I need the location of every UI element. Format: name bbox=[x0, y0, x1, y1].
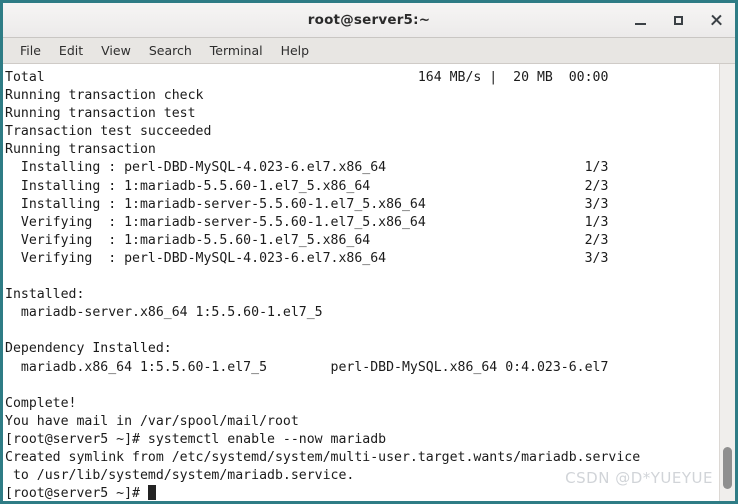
terminal-line: Running transaction bbox=[5, 142, 156, 158]
vertical-scrollbar[interactable] bbox=[719, 64, 735, 501]
terminal-line: Transaction test succeeded bbox=[5, 124, 212, 140]
menu-bar: File Edit View Search Terminal Help bbox=[3, 38, 735, 64]
menu-item-terminal[interactable]: Terminal bbox=[201, 40, 272, 61]
maximize-icon bbox=[673, 15, 683, 25]
close-button[interactable] bbox=[705, 9, 727, 31]
terminal-output[interactable]: Total 164 MB/s | 20 MB 00:00 Running tra… bbox=[3, 64, 719, 501]
terminal-line: to /usr/lib/systemd/system/mariadb.servi… bbox=[5, 468, 355, 484]
terminal-line: Verifying : 1:mariadb-server-5.5.60-1.el… bbox=[5, 214, 609, 230]
minimize-button[interactable] bbox=[629, 9, 651, 31]
terminal-line: mariadb-server.x86_64 1:5.5.60-1.el7_5 bbox=[5, 305, 323, 321]
minimize-icon bbox=[634, 22, 646, 25]
maximize-button[interactable] bbox=[667, 9, 689, 31]
scrollbar-thumb[interactable] bbox=[723, 447, 732, 489]
terminal-line: You have mail in /var/spool/mail/root bbox=[5, 413, 299, 429]
text-cursor bbox=[147, 485, 156, 501]
terminal-line: Installing : 1:mariadb-server-5.5.60-1.e… bbox=[5, 196, 609, 212]
terminal-line: Verifying : 1:mariadb-5.5.60-1.el7_5.x86… bbox=[5, 232, 609, 248]
terminal-line: Dependency Installed: bbox=[5, 341, 172, 357]
terminal-line: Verifying : perl-DBD-MySQL-4.023-6.el7.x… bbox=[5, 250, 609, 266]
terminal-line: Installed: bbox=[5, 287, 85, 303]
terminal-line: Running transaction check bbox=[5, 88, 204, 104]
terminal-body[interactable]: Total 164 MB/s | 20 MB 00:00 Running tra… bbox=[3, 64, 735, 501]
menu-item-view[interactable]: View bbox=[92, 40, 140, 61]
window-controls bbox=[629, 3, 727, 37]
terminal-line: mariadb.x86_64 1:5.5.60-1.el7_5 perl-DBD… bbox=[5, 359, 609, 375]
close-icon bbox=[710, 14, 723, 27]
terminal-line: Created symlink from /etc/systemd/system… bbox=[5, 449, 641, 465]
terminal-prompt-line[interactable]: [root@server5 ~]# bbox=[5, 485, 719, 501]
terminal-line: Running transaction test bbox=[5, 106, 196, 122]
terminal-line: Total 164 MB/s | 20 MB 00:00 bbox=[5, 70, 609, 85]
menu-item-search[interactable]: Search bbox=[140, 40, 201, 61]
terminal-line: Installing : perl-DBD-MySQL-4.023-6.el7.… bbox=[5, 160, 609, 176]
prompt-text: [root@server5 ~]# bbox=[5, 486, 148, 501]
menu-item-file[interactable]: File bbox=[11, 40, 50, 61]
terminal-line: Installing : 1:mariadb-5.5.60-1.el7_5.x8… bbox=[5, 178, 609, 194]
terminal-line: Complete! bbox=[5, 395, 77, 411]
menu-item-help[interactable]: Help bbox=[272, 40, 319, 61]
terminal-line-command: [root@server5 ~]# systemctl enable --now… bbox=[5, 431, 387, 447]
title-bar[interactable]: root@server5:~ bbox=[3, 3, 735, 38]
terminal-window: root@server5:~ File Edit View Search Ter… bbox=[0, 0, 738, 504]
menu-item-edit[interactable]: Edit bbox=[50, 40, 92, 61]
window-title: root@server5:~ bbox=[307, 12, 431, 28]
